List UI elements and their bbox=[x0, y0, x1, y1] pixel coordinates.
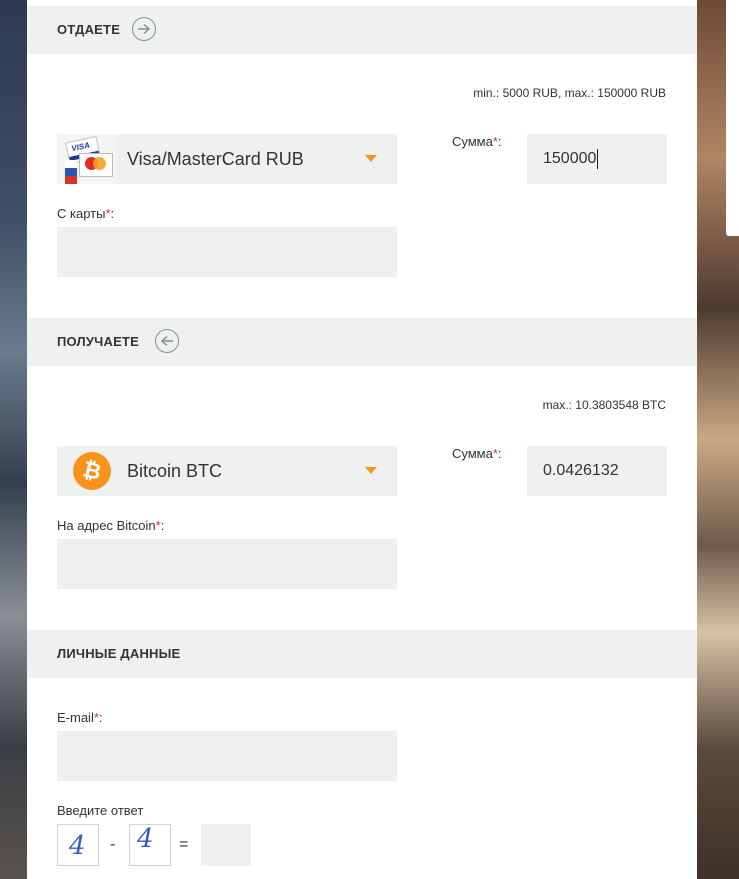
email-label: E-mail*: bbox=[57, 710, 103, 725]
bitcoin-address-input[interactable] bbox=[57, 539, 397, 589]
receive-sum-input[interactable]: 0.0426132 bbox=[527, 446, 667, 496]
receive-section-header: ПОЛУЧАЕТЕ bbox=[27, 318, 697, 366]
arrow-right-icon[interactable] bbox=[132, 17, 156, 41]
address-label: На адрес Bitcoin*: bbox=[57, 518, 165, 533]
exchange-form: ОТДАЕТЕ min.: 5000 RUB, max.: 150000 RUB… bbox=[27, 0, 697, 879]
captcha-answer-input[interactable] bbox=[201, 824, 251, 866]
captcha-digit-b: 4 bbox=[129, 824, 171, 866]
captcha-digit-a: 4 bbox=[57, 824, 99, 866]
arrow-left-icon[interactable] bbox=[155, 329, 179, 353]
receive-currency-label: Bitcoin BTC bbox=[127, 461, 223, 481]
give-section-header: ОТДАЕТЕ bbox=[27, 6, 697, 54]
give-section-title: ОТДАЕТЕ bbox=[57, 22, 121, 37]
personal-section-title: ЛИЧНЫЕ ДАННЫЕ bbox=[57, 646, 181, 661]
chevron-down-icon bbox=[365, 467, 377, 474]
give-sum-label: Сумма*: bbox=[452, 134, 502, 149]
card-label: С карты*: bbox=[57, 206, 115, 221]
give-sum-value: 150000 bbox=[543, 150, 597, 167]
receive-limits: max.: 10.3803548 BTC bbox=[542, 398, 666, 412]
receive-sum-value: 0.0426132 bbox=[543, 462, 619, 479]
captcha-operator: - bbox=[110, 836, 116, 853]
background-left bbox=[0, 0, 27, 879]
receive-sum-label: Сумма*: bbox=[452, 446, 502, 461]
personal-section-header: ЛИЧНЫЕ ДАННЫЕ bbox=[27, 630, 697, 678]
visa-mastercard-icon: VISA bbox=[57, 134, 117, 184]
give-sum-input[interactable]: 150000 bbox=[527, 134, 667, 184]
receive-section-title: ПОЛУЧАЕТЕ bbox=[57, 334, 139, 349]
bitcoin-icon: ₿ bbox=[73, 452, 111, 490]
captcha-equals: = bbox=[179, 836, 189, 853]
give-currency-label: Visa/MasterCard RUB bbox=[127, 149, 304, 169]
captcha-prompt: Введите ответ bbox=[57, 803, 144, 818]
receive-currency-select[interactable]: ₿ Bitcoin BTC bbox=[57, 446, 397, 496]
email-input[interactable] bbox=[57, 731, 397, 781]
give-limits: min.: 5000 RUB, max.: 150000 RUB bbox=[473, 86, 666, 100]
card-number-input[interactable] bbox=[57, 227, 397, 277]
give-currency-select[interactable]: VISA Visa/MasterCard RUB bbox=[57, 134, 397, 184]
background-right bbox=[697, 0, 739, 879]
chevron-down-icon bbox=[365, 155, 377, 162]
text-cursor bbox=[597, 148, 599, 169]
